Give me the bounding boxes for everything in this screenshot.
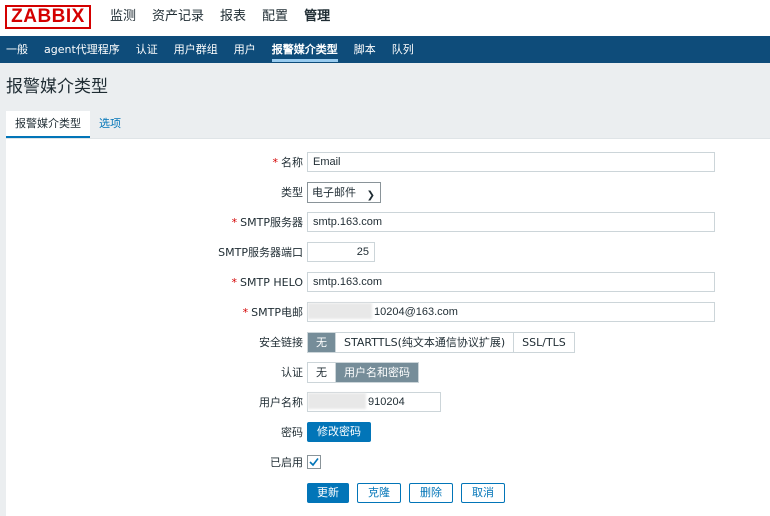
security-option-none[interactable]: 无	[308, 333, 336, 352]
row-security: 安全链接 无 STARTTLS(纯文本通信协议扩展) SSL/TLS	[6, 332, 770, 356]
sub-nav-proxies[interactable]: agent代理程序	[44, 36, 120, 63]
page-title: 报警媒介类型	[6, 77, 108, 97]
required-mark: *	[231, 276, 238, 289]
check-icon	[309, 458, 319, 467]
top-bar: ZABBIX 监测 资产记录 报表 配置 管理	[0, 0, 770, 36]
auth-radio-group: 无 用户名和密码	[307, 362, 419, 383]
tab-options[interactable]: 选项	[90, 111, 130, 138]
form-panel: *名称 类型 电子邮件❯ *SMTP服务器 SMTP服务器端口 *SMTP HE…	[6, 138, 770, 516]
sub-nav-authentication[interactable]: 认证	[136, 36, 158, 63]
row-enabled: 已启用	[6, 452, 770, 476]
smtp-server-label: SMTP服务器	[240, 216, 303, 229]
username-label: 用户名称	[259, 396, 303, 409]
cancel-button[interactable]: 取消	[461, 483, 505, 503]
security-option-ssl-tls[interactable]: SSL/TLS	[514, 333, 574, 352]
name-label: 名称	[281, 156, 303, 169]
row-smtp-helo: * SMTP HELO	[6, 272, 770, 296]
tab-media-type[interactable]: 报警媒介类型	[6, 111, 90, 138]
type-label: 类型	[281, 186, 303, 199]
sub-nav-users[interactable]: 用户	[234, 36, 256, 63]
required-mark: *	[231, 216, 238, 229]
row-username: 用户名称	[6, 392, 770, 416]
row-auth: 认证 无 用户名和密码	[6, 362, 770, 386]
smtp-helo-label: SMTP HELO	[240, 276, 303, 289]
smtp-helo-input[interactable]	[307, 272, 715, 292]
row-smtp-server: * SMTP服务器	[6, 212, 770, 236]
top-nav: 监测 资产记录 报表 配置 管理	[110, 0, 346, 36]
top-nav-reports[interactable]: 报表	[220, 0, 246, 36]
smtp-email-label: SMTP电邮	[251, 306, 303, 319]
sub-nav-queue[interactable]: 队列	[392, 36, 414, 63]
delete-button[interactable]: 删除	[409, 483, 453, 503]
redacted-blur	[308, 393, 366, 409]
row-smtp-email: * SMTP电邮	[6, 302, 770, 326]
auth-label: 认证	[281, 366, 303, 379]
sub-nav-general[interactable]: 一般	[6, 36, 28, 63]
security-radio-group: 无 STARTTLS(纯文本通信协议扩展) SSL/TLS	[307, 332, 575, 353]
update-button[interactable]: 更新	[307, 483, 349, 503]
row-type: 类型 电子邮件 ❯	[6, 182, 770, 206]
required-mark: *	[272, 156, 279, 169]
security-label: 安全链接	[259, 336, 303, 349]
type-select[interactable]: 电子邮件 ❯	[307, 182, 381, 203]
sub-nav: 一般 agent代理程序 认证 用户群组 用户 报警媒介类型 脚本 队列	[6, 36, 430, 63]
required-mark: *	[242, 306, 249, 319]
redacted-blur	[308, 303, 372, 319]
clone-button[interactable]: 克隆	[357, 483, 401, 503]
enabled-label: 已启用	[270, 456, 303, 469]
sub-nav-user-groups[interactable]: 用户群组	[174, 36, 218, 63]
row-name: * 名称	[6, 152, 770, 176]
top-nav-monitoring[interactable]: 监测	[110, 0, 136, 36]
top-nav-inventory[interactable]: 资产记录	[152, 0, 204, 36]
smtp-port-input[interactable]	[307, 242, 375, 262]
sub-nav-scripts[interactable]: 脚本	[354, 36, 376, 63]
change-password-button[interactable]: 修改密码	[307, 422, 371, 442]
top-nav-administration[interactable]: 管理	[304, 0, 330, 36]
chevron-down-icon: ❯	[366, 190, 375, 201]
enabled-checkbox[interactable]	[307, 455, 321, 469]
security-option-starttls[interactable]: STARTTLS(纯文本通信协议扩展)	[336, 333, 515, 352]
auth-option-none[interactable]: 无	[308, 363, 336, 382]
form-tabs: 报警媒介类型 选项	[6, 111, 130, 138]
name-input[interactable]	[307, 152, 715, 172]
type-select-value: 电子邮件	[312, 186, 356, 199]
row-smtp-port: SMTP服务器端口	[6, 242, 770, 266]
row-actions: 更新 克隆 删除 取消	[6, 483, 770, 507]
top-nav-configuration[interactable]: 配置	[262, 0, 288, 36]
smtp-server-input[interactable]	[307, 212, 715, 232]
zabbix-logo[interactable]: ZABBIX	[5, 5, 91, 29]
sub-nav-bar: 一般 agent代理程序 认证 用户群组 用户 报警媒介类型 脚本 队列	[0, 36, 770, 63]
smtp-port-label: SMTP服务器端口	[218, 246, 303, 259]
sub-nav-media-types[interactable]: 报警媒介类型	[271, 36, 338, 63]
auth-option-username-password[interactable]: 用户名和密码	[336, 363, 418, 382]
row-password: 密码 修改密码	[6, 422, 770, 446]
password-label: 密码	[281, 426, 303, 439]
